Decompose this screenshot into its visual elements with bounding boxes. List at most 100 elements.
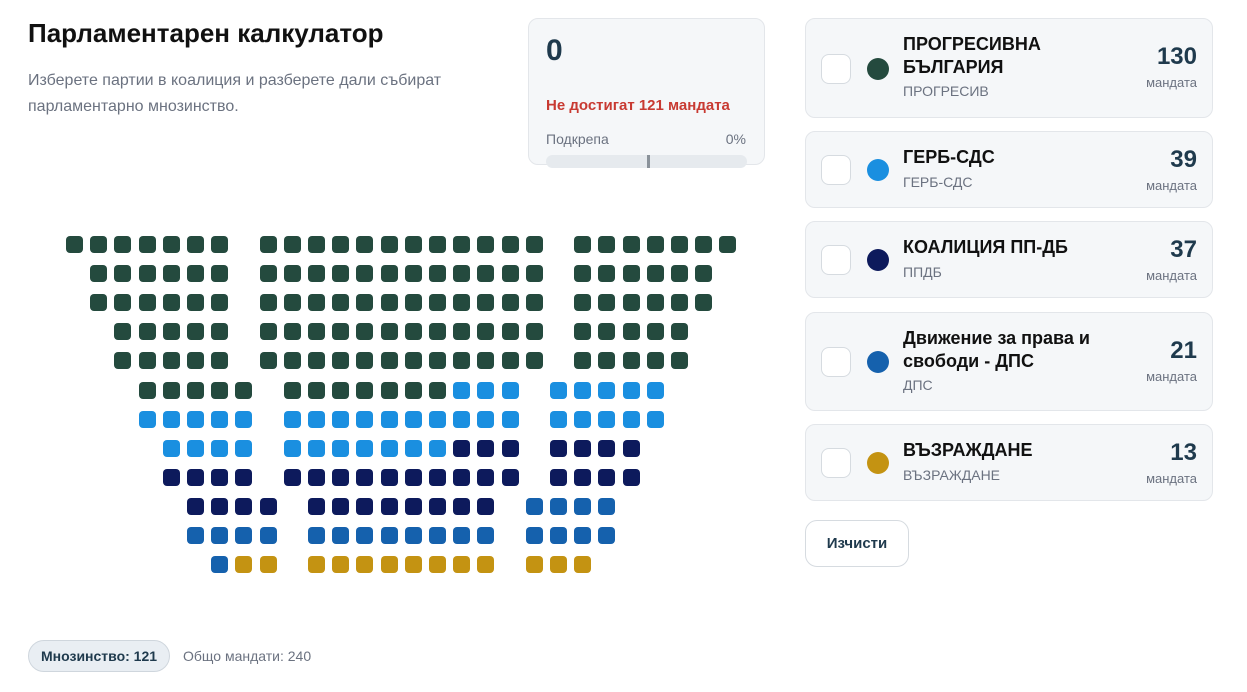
seat-mark	[235, 382, 252, 399]
seat-mark	[260, 265, 277, 282]
seat-mark	[671, 265, 688, 282]
seat-mark	[356, 323, 373, 340]
seat-mark	[356, 352, 373, 369]
seat-mark	[405, 294, 422, 311]
seat-mark	[308, 294, 325, 311]
coalition-stats-panel: 0 Не достигат 121 мандата Подкрепа 0%	[528, 18, 765, 168]
seat-mark	[405, 323, 422, 340]
seat-mark	[429, 294, 446, 311]
seat-mark	[647, 382, 664, 399]
seat-mark	[477, 498, 494, 515]
seat-mark	[598, 527, 615, 544]
party-name: Движение за права и свободи - ДПС	[903, 328, 1090, 371]
seat-mark	[284, 236, 301, 253]
seat-mark	[429, 265, 446, 282]
seat-mark	[235, 498, 252, 515]
seat-mark	[623, 469, 640, 486]
seat-mark	[502, 265, 519, 282]
majority-badge: Мнозинство: 121	[28, 640, 171, 672]
seat-mark	[139, 352, 156, 369]
seat-mark	[453, 352, 470, 369]
seat-mark	[453, 411, 470, 428]
seat-mark	[211, 323, 228, 340]
seat-mark	[405, 440, 422, 457]
seat-mark	[260, 352, 277, 369]
seat-mark	[163, 382, 180, 399]
seat-mark	[574, 498, 591, 515]
seat-mark	[235, 527, 252, 544]
total-seats-value: 240	[287, 648, 312, 664]
party-card-pp-db[interactable]: КОАЛИЦИЯ ПП-ДБ ППДБ 37 мандата	[805, 221, 1213, 298]
seat-mark	[163, 265, 180, 282]
seat-mark	[308, 411, 325, 428]
seat-mark	[139, 382, 156, 399]
seat-mark	[550, 469, 567, 486]
seat-mark	[139, 236, 156, 253]
support-progress-bar	[546, 155, 747, 168]
seat-mark	[405, 411, 422, 428]
seat-mark	[453, 265, 470, 282]
seat-mark	[332, 556, 349, 573]
seat-mark	[163, 294, 180, 311]
seat-mark	[598, 352, 615, 369]
party-card-dps[interactable]: Движение за права и свободи - ДПС ДПС 21…	[805, 312, 1213, 411]
support-label: Подкрепа	[546, 131, 609, 147]
seat-mark	[623, 382, 640, 399]
seat-mark	[187, 294, 204, 311]
seat-mark	[187, 440, 204, 457]
seat-mark	[623, 323, 640, 340]
party-seat-count: 13	[1170, 439, 1197, 466]
party-name: КОАЛИЦИЯ ПП-ДБ	[903, 237, 1068, 257]
seat-mark	[163, 236, 180, 253]
party-checkbox[interactable]	[821, 54, 851, 84]
seat-mark	[647, 323, 664, 340]
page-subtitle: Изберете партии в коалиция и разберете д…	[28, 72, 442, 115]
seat-mark	[260, 236, 277, 253]
seat-mark	[429, 352, 446, 369]
seat-mark	[671, 294, 688, 311]
seat-mark	[211, 236, 228, 253]
seat-mark	[405, 382, 422, 399]
seat-mark	[114, 265, 131, 282]
seat-mark	[381, 323, 398, 340]
seat-mark	[332, 294, 349, 311]
party-color-dot	[867, 452, 889, 474]
seat-mark	[574, 411, 591, 428]
party-checkbox[interactable]	[821, 448, 851, 478]
party-card-vazrazhdane[interactable]: ВЪЗРАЖДАНЕ ВЪЗРАЖДАНЕ 13 мандата	[805, 424, 1213, 501]
seat-mark	[453, 527, 470, 544]
seat-mark	[308, 527, 325, 544]
seat-mark	[526, 236, 543, 253]
seat-mark	[332, 323, 349, 340]
seat-mark	[187, 469, 204, 486]
clear-button[interactable]: Изчисти	[805, 520, 909, 567]
seat-mark	[671, 352, 688, 369]
seat-mark	[574, 382, 591, 399]
majority-status-text: Не достигат 121 мандата	[546, 97, 730, 114]
seat-mark	[356, 265, 373, 282]
party-checkbox[interactable]	[821, 155, 851, 185]
seat-mark	[356, 498, 373, 515]
seat-mark	[429, 236, 446, 253]
seat-mark	[405, 527, 422, 544]
seat-mark	[260, 294, 277, 311]
seat-mark	[453, 382, 470, 399]
seat-mark	[526, 323, 543, 340]
seat-mark	[477, 469, 494, 486]
seat-mark	[211, 265, 228, 282]
party-checkbox[interactable]	[821, 245, 851, 275]
seat-mark	[356, 236, 373, 253]
seat-mark	[477, 440, 494, 457]
seat-mark	[647, 294, 664, 311]
seat-mark	[356, 469, 373, 486]
seat-mark	[453, 236, 470, 253]
seat-mark	[356, 294, 373, 311]
seat-mark	[429, 469, 446, 486]
party-card-gerb-sds[interactable]: ГЕРБ-СДС ГЕРБ-СДС 39 мандата	[805, 131, 1213, 208]
seat-mark	[308, 236, 325, 253]
seat-mark	[647, 352, 664, 369]
party-card-progresiv[interactable]: ПРОГРЕСИВНА БЪЛГАРИЯ ПРОГРЕСИВ 130 манда…	[805, 18, 1213, 118]
seat-mark	[429, 323, 446, 340]
seat-mark	[308, 498, 325, 515]
party-checkbox[interactable]	[821, 347, 851, 377]
